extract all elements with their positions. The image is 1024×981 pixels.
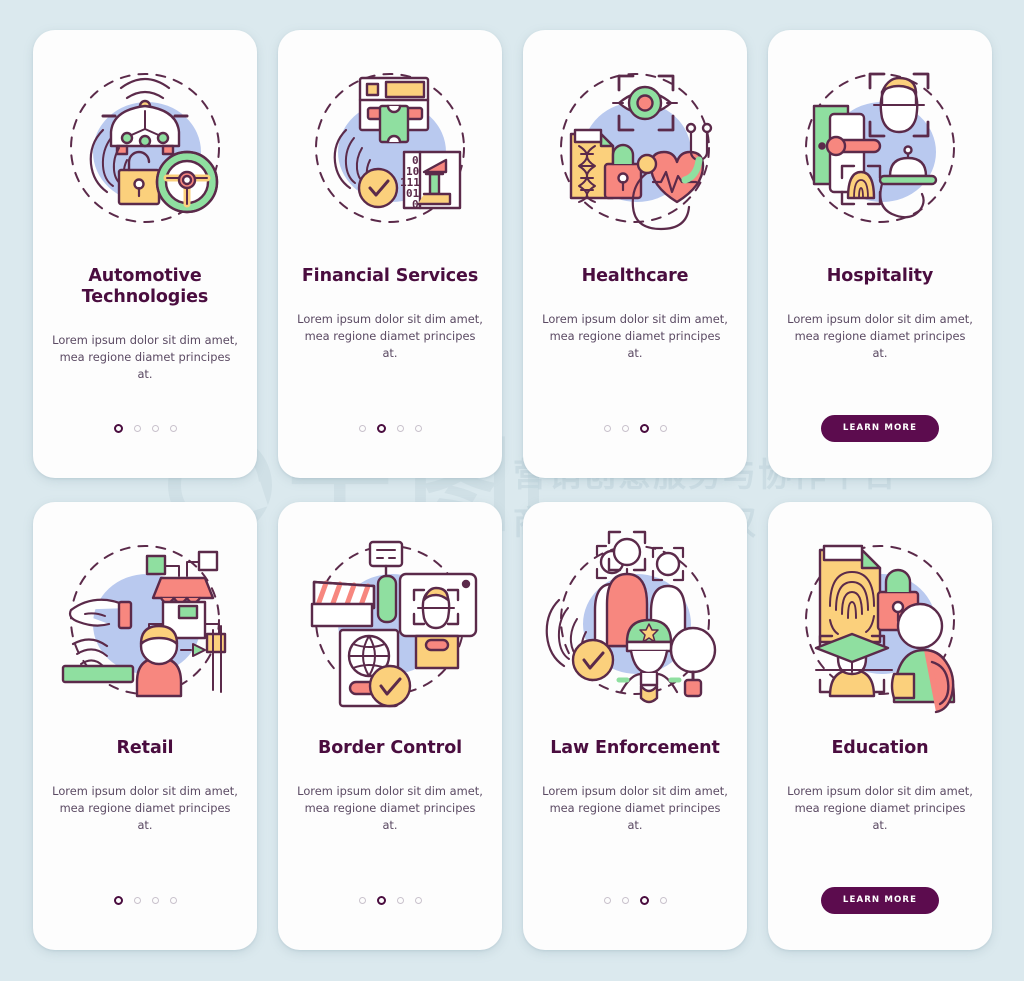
card-description: Lorem ipsum dolor sit dim amet, mea regi…: [52, 333, 238, 381]
pagination-dot[interactable]: [169, 424, 177, 432]
card-footer: LEARN MORE: [820, 414, 940, 442]
card-title: Education: [831, 738, 929, 758]
healthcare-eye-scan-dna-lock-heart-stethoscope-illustration: [541, 48, 729, 244]
pagination-dot-active[interactable]: [639, 423, 649, 433]
pagination-dot[interactable]: [133, 424, 141, 432]
education-fingerprint-file-lock-student-graduate-illustration: [786, 520, 974, 716]
pagination-dot-active[interactable]: [376, 423, 386, 433]
pagination-dots: [603, 895, 667, 905]
onboarding-card: Hospitality Lorem ipsum dolor sit dim ame…: [768, 30, 992, 478]
card-footer: [358, 886, 422, 914]
learn-more-button[interactable]: LEARN MORE: [820, 886, 940, 914]
pagination-dot[interactable]: [621, 424, 629, 432]
card-description: Lorem ipsum dolor sit dim amet, mea regi…: [787, 784, 973, 832]
learn-more-button[interactable]: LEARN MORE: [820, 414, 940, 442]
card-description: Lorem ipsum dolor sit dim amet, mea regi…: [542, 784, 728, 832]
pagination-dots: [113, 895, 177, 905]
card-footer: [358, 414, 422, 442]
pagination-dots: [113, 423, 177, 433]
card-title: Hospitality: [826, 266, 934, 286]
pagination-dot[interactable]: [133, 896, 141, 904]
pagination-dot-active[interactable]: [639, 895, 649, 905]
onboarding-card: Healthcare Lorem ipsum dolor sit dim amet…: [523, 30, 747, 478]
card-footer: [603, 414, 667, 442]
onboarding-card: Border Control Lorem ipsum dolor sit dim …: [278, 502, 502, 950]
pagination-dots: [603, 423, 667, 433]
pagination-dot[interactable]: [169, 896, 177, 904]
pagination-dot[interactable]: [396, 424, 404, 432]
pagination-dot-active[interactable]: [376, 895, 386, 905]
automotive-car-fingerprint-steeringwheel-lock-illustration: [51, 48, 239, 244]
card-description: Lorem ipsum dolor sit dim amet, mea regi…: [542, 312, 728, 360]
card-title: Financial Services: [301, 266, 479, 286]
pagination-dot[interactable]: [151, 424, 159, 432]
onboarding-card: Law Enforcement Lorem ipsum dolor sit dim…: [523, 502, 747, 950]
pagination-dot[interactable]: [659, 424, 667, 432]
pagination-dot[interactable]: [358, 896, 366, 904]
card-footer: [603, 886, 667, 914]
card-footer: [113, 414, 177, 442]
pagination-dot[interactable]: [396, 896, 404, 904]
onboarding-card: 0 10 111 01 0 Financial Services Lorem ip…: [278, 30, 502, 478]
pagination-dot[interactable]: [603, 896, 611, 904]
hospitality-face-scan-door-handle-fingerprint-tray-illustration: [786, 48, 974, 244]
pagination-dot[interactable]: [414, 896, 422, 904]
pagination-dot[interactable]: [151, 896, 159, 904]
card-description: Lorem ipsum dolor sit dim amet, mea regi…: [297, 312, 483, 360]
pagination-dot[interactable]: [621, 896, 629, 904]
pagination-dot[interactable]: [603, 424, 611, 432]
onboarding-card: Retail Lorem ipsum dolor sit dim amet, me…: [33, 502, 257, 950]
pagination-dot[interactable]: [358, 424, 366, 432]
card-title: Law Enforcement: [550, 738, 720, 758]
border-control-barrier-passport-face-scan-illustration: [296, 520, 484, 716]
financial-atm-fingerprint-binary-bank-illustration: 0 10 111 01 0: [296, 48, 484, 244]
pagination-dot-active[interactable]: [113, 895, 123, 905]
pagination-dot-active[interactable]: [113, 423, 123, 433]
card-description: Lorem ipsum dolor sit dim amet, mea regi…: [787, 312, 973, 360]
onboarding-screens-board: 千 图 营销创意服务与协作平台 商用请获取授权 Automotive Techn…: [0, 0, 1024, 981]
card-title: Healthcare: [581, 266, 689, 286]
card-description: Lorem ipsum dolor sit dim amet, mea regi…: [297, 784, 483, 832]
card-footer: LEARN MORE: [820, 886, 940, 914]
onboarding-card: Education Lorem ipsum dolor sit dim amet,…: [768, 502, 992, 950]
card-title: Automotive Technologies: [81, 266, 209, 307]
pagination-dots: [358, 423, 422, 433]
card-description: Lorem ipsum dolor sit dim amet, mea regi…: [52, 784, 238, 832]
pagination-dot[interactable]: [414, 424, 422, 432]
cards-grid: Automotive Technologies Lorem ipsum dolor…: [33, 30, 992, 950]
card-title: Retail: [116, 738, 174, 758]
onboarding-card: Automotive Technologies Lorem ipsum dolor…: [33, 30, 257, 478]
pagination-dots: [358, 895, 422, 905]
retail-hand-contactless-shop-customer-illustration: [51, 520, 239, 716]
card-title: Border Control: [317, 738, 463, 758]
law-enforcement-people-scan-fingerprint-police-cap-illustration: [541, 520, 729, 716]
pagination-dot[interactable]: [659, 896, 667, 904]
card-footer: [113, 886, 177, 914]
